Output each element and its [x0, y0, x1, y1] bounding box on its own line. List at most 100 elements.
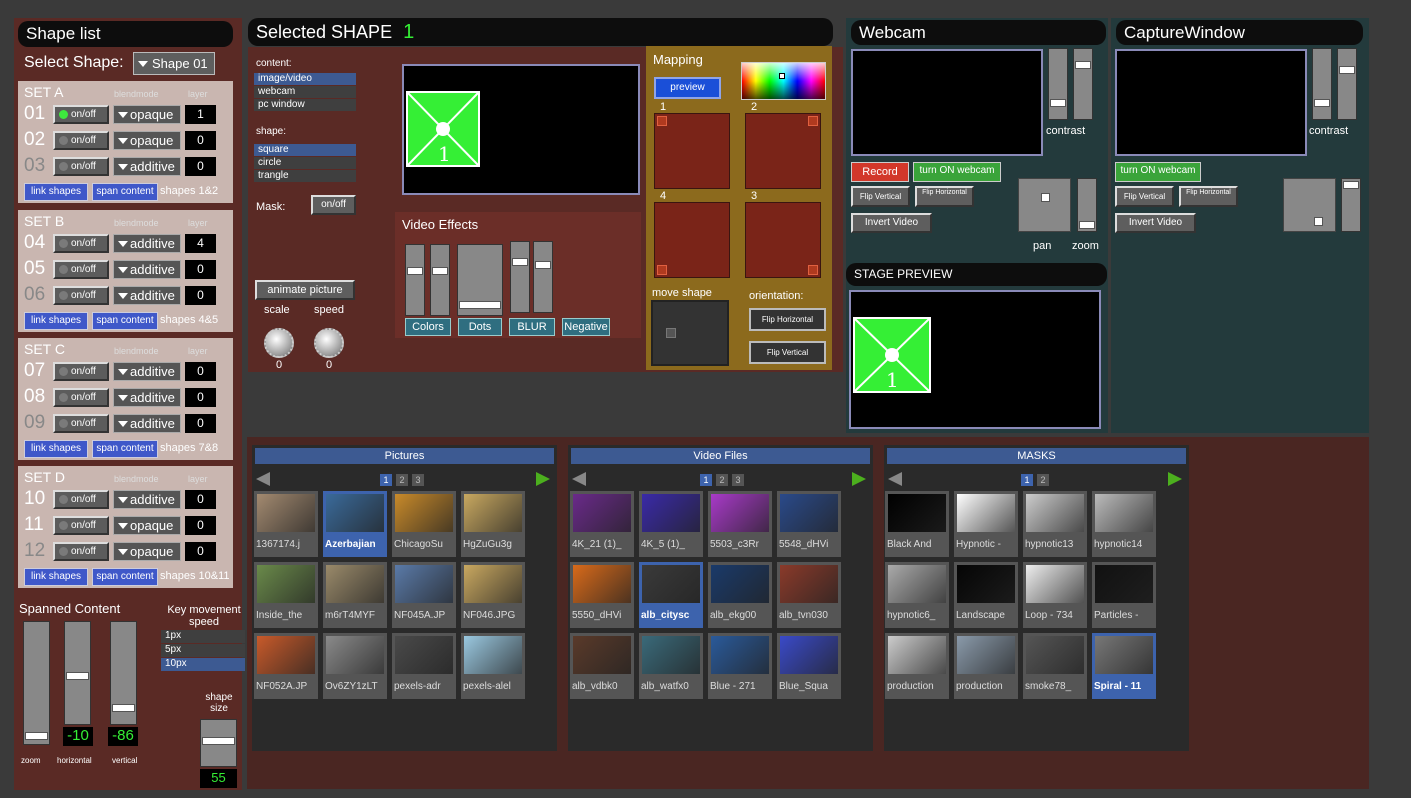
flip-horizontal-button[interactable]: Flip Horizontal	[749, 308, 826, 331]
key-speed-option[interactable]: 1px	[161, 630, 245, 643]
layer-value[interactable]: 0	[185, 490, 216, 509]
media-thumbnail[interactable]: alb_citysc	[639, 562, 703, 628]
shape-toggle[interactable]: on/off	[53, 388, 109, 407]
page-number[interactable]: 2	[396, 474, 408, 486]
content-option[interactable]: image/video	[254, 73, 356, 85]
media-thumbnail[interactable]: alb_ekg00	[708, 562, 772, 628]
shape-toggle[interactable]: on/off	[53, 105, 109, 124]
media-thumbnail[interactable]: m6rT4MYF	[323, 562, 387, 628]
media-thumbnail[interactable]: hypnotic6_	[885, 562, 949, 628]
media-thumbnail[interactable]: Spiral - 11	[1092, 633, 1156, 699]
media-thumbnail[interactable]: Black And	[885, 491, 949, 557]
shape-toggle[interactable]: on/off	[53, 157, 109, 176]
layer-value[interactable]: 0	[185, 286, 216, 305]
webcam-pan-pad[interactable]	[1018, 178, 1071, 232]
effect-button[interactable]: Colors	[405, 318, 451, 336]
prev-page-arrow-icon[interactable]	[256, 472, 270, 486]
layer-value[interactable]: 0	[185, 414, 216, 433]
media-thumbnail[interactable]: NF045A.JP	[392, 562, 456, 628]
shape-toggle[interactable]: on/off	[53, 542, 109, 561]
shape-option[interactable]: trangle	[254, 170, 356, 182]
capture-flip-horizontal-button[interactable]: Flip Horizontal	[1179, 186, 1238, 207]
media-thumbnail[interactable]: NF052A.JP	[254, 633, 318, 699]
media-thumbnail[interactable]: HgZuGu3g	[461, 491, 525, 557]
page-number[interactable]: 3	[732, 474, 744, 486]
next-page-arrow-icon[interactable]	[852, 472, 866, 486]
shape-toggle[interactable]: on/off	[53, 286, 109, 305]
media-thumbnail[interactable]: Hypnotic -	[954, 491, 1018, 557]
next-page-arrow-icon[interactable]	[1168, 472, 1182, 486]
content-option[interactable]: webcam	[254, 86, 356, 98]
mapping-corner-handle[interactable]	[657, 116, 667, 126]
webcam-turn-on-button[interactable]: turn ON webcam	[913, 162, 1001, 182]
media-thumbnail[interactable]: Landscape	[954, 562, 1018, 628]
blendmode-dropdown[interactable]: additive	[113, 260, 181, 279]
capture-flip-vertical-button[interactable]: Flip Vertical	[1115, 186, 1174, 207]
page-number[interactable]: 2	[1037, 474, 1049, 486]
media-thumbnail[interactable]: 5548_dHVi	[777, 491, 841, 557]
shape-toggle[interactable]: on/off	[53, 234, 109, 253]
blendmode-dropdown[interactable]: additive	[113, 414, 181, 433]
webcam-zoom-fader[interactable]	[1077, 178, 1097, 232]
layer-value[interactable]: 0	[185, 516, 216, 535]
media-thumbnail[interactable]: production	[954, 633, 1018, 699]
layer-value[interactable]: 0	[185, 131, 216, 150]
layer-value[interactable]: 0	[185, 542, 216, 561]
color-picker[interactable]	[741, 62, 826, 100]
blendmode-dropdown[interactable]: opaque	[113, 516, 181, 535]
media-thumbnail[interactable]: smoke78_	[1023, 633, 1087, 699]
move-shape-pad[interactable]	[651, 300, 729, 366]
page-number[interactable]: 1	[380, 474, 392, 486]
span-content-button[interactable]: span content	[92, 183, 158, 201]
capture-pan-handle[interactable]	[1314, 217, 1323, 226]
span-content-button[interactable]: span content	[92, 440, 158, 458]
mapping-corner-handle[interactable]	[808, 265, 818, 275]
blendmode-dropdown[interactable]: additive	[113, 362, 181, 381]
mapping-corner-handle[interactable]	[808, 116, 818, 126]
media-thumbnail[interactable]: 1367174.j	[254, 491, 318, 557]
layer-value[interactable]: 0	[185, 388, 216, 407]
blendmode-dropdown[interactable]: opaque	[113, 131, 181, 150]
layer-value[interactable]: 0	[185, 157, 216, 176]
link-shapes-button[interactable]: link shapes	[24, 312, 88, 330]
layer-value[interactable]: 0	[185, 362, 216, 381]
webcam-flip-vertical-button[interactable]: Flip Vertical	[851, 186, 910, 207]
media-thumbnail[interactable]: Blue - 271	[708, 633, 772, 699]
key-speed-option[interactable]: 10px	[161, 658, 245, 671]
blendmode-dropdown[interactable]: additive	[113, 157, 181, 176]
webcam-pan-handle[interactable]	[1041, 193, 1050, 202]
webcam-flip-horizontal-button[interactable]: Flip Horizontal	[915, 186, 974, 207]
media-thumbnail[interactable]: 4K_21 (1)_	[570, 491, 634, 557]
page-number[interactable]: 3	[412, 474, 424, 486]
link-shapes-button[interactable]: link shapes	[24, 440, 88, 458]
capture-contrast-fader[interactable]	[1337, 48, 1357, 120]
zoom-fader[interactable]	[23, 621, 50, 745]
shape-option[interactable]: circle	[254, 157, 356, 169]
page-number[interactable]: 1	[700, 474, 712, 486]
media-thumbnail[interactable]: alb_tvn030	[777, 562, 841, 628]
colors-fader-2[interactable]	[430, 244, 450, 316]
span-content-button[interactable]: span content	[92, 312, 158, 330]
blendmode-dropdown[interactable]: additive	[113, 286, 181, 305]
span-content-button[interactable]: span content	[92, 568, 158, 586]
blendmode-dropdown[interactable]: additive	[113, 388, 181, 407]
media-thumbnail[interactable]: Particles -	[1092, 562, 1156, 628]
effect-button[interactable]: Dots	[458, 318, 502, 336]
shape-toggle[interactable]: on/off	[53, 414, 109, 433]
mapping-corner-pad[interactable]	[654, 113, 730, 189]
webcam-invert-button[interactable]: Invert Video	[851, 213, 932, 233]
media-thumbnail[interactable]: 4K_5 (1)_	[639, 491, 703, 557]
blur-fader-1[interactable]	[510, 241, 530, 313]
key-speed-option[interactable]: 5px	[161, 644, 245, 657]
layer-value[interactable]: 1	[185, 105, 216, 124]
capture-invert-button[interactable]: Invert Video	[1115, 213, 1196, 233]
page-number[interactable]: 1	[1021, 474, 1033, 486]
link-shapes-button[interactable]: link shapes	[24, 183, 88, 201]
media-thumbnail[interactable]: alb_vdbk0	[570, 633, 634, 699]
media-thumbnail[interactable]: 5550_dHVi	[570, 562, 634, 628]
mapping-corner-handle[interactable]	[657, 265, 667, 275]
capture-fader-1[interactable]	[1312, 48, 1332, 120]
horizontal-fader[interactable]	[64, 621, 91, 725]
page-number[interactable]: 2	[716, 474, 728, 486]
prev-page-arrow-icon[interactable]	[572, 472, 586, 486]
